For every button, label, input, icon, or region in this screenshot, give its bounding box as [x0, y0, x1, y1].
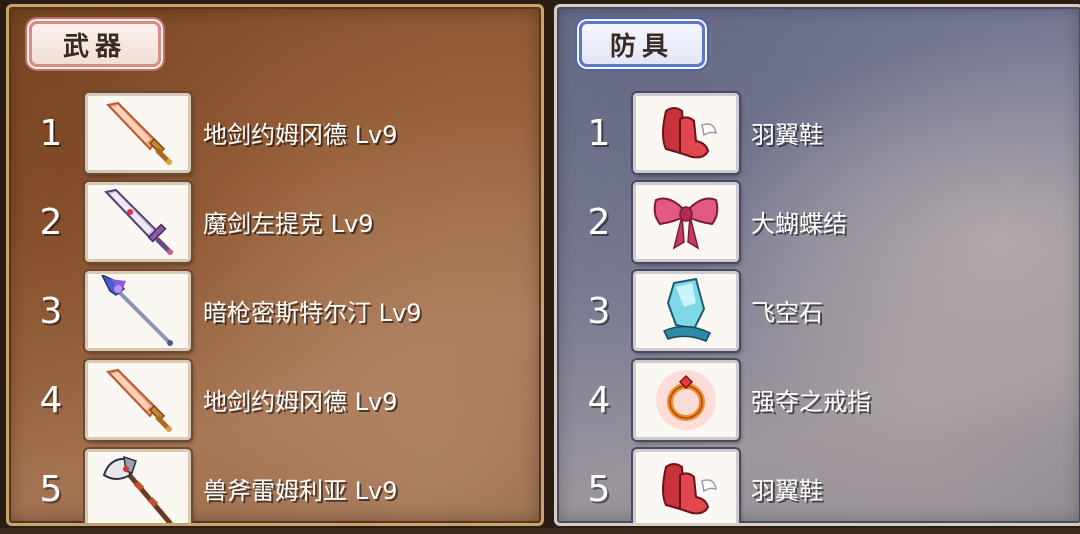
weapon-row-5[interactable]: 5 兽斧雷姆利亚 Lv9 — [9, 447, 541, 523]
demon-sword-icon — [104, 188, 173, 255]
earth-sword-icon — [106, 101, 172, 165]
armor-row-5[interactable]: 5 羽翼鞋 — [557, 447, 1080, 523]
equipment-screen: 武器 1 地剑约姆冈德 Lv9 2 魔剑左提克 Lv9 3 暗枪密斯特尔汀 Lv… — [0, 0, 1080, 534]
armor-slot-3[interactable] — [633, 271, 739, 351]
weapon-row-3[interactable]: 3 暗枪密斯特尔汀 Lv9 — [9, 269, 541, 353]
armor-row-2[interactable]: 2 大蝴蝶结 — [557, 180, 1080, 264]
big-bow-icon — [653, 197, 719, 250]
armor-slot-5[interactable] — [633, 449, 739, 523]
levistone-icon — [662, 277, 712, 342]
weapon-name: 暗枪密斯特尔汀 Lv9 — [203, 299, 422, 327]
armor-name: 飞空石 — [751, 299, 823, 327]
slot-number: 3 — [39, 291, 63, 332]
weapon-name: 地剑约姆冈德 Lv9 — [203, 121, 398, 149]
earth-sword-icon — [106, 368, 172, 432]
armor-slot-2[interactable] — [633, 182, 739, 262]
weapon-name: 魔剑左提克 Lv9 — [203, 210, 374, 238]
armor-row-3[interactable]: 3 飞空石 — [557, 269, 1080, 353]
weapon-name: 地剑约姆冈德 Lv9 — [203, 388, 398, 416]
bottom-border — [0, 528, 1080, 534]
slot-number: 1 — [587, 113, 611, 154]
weapon-slot-2[interactable] — [85, 182, 191, 262]
slot-number: 5 — [39, 469, 63, 510]
weapon-slot-5[interactable] — [85, 449, 191, 523]
weapon-slot-1[interactable] — [85, 93, 191, 173]
weapon-slot-4[interactable] — [85, 360, 191, 440]
armor-row-4[interactable]: 4 强夺之戒指 — [557, 358, 1080, 442]
winged-boots-icon — [662, 107, 717, 159]
armor-tab[interactable]: 防具 — [579, 21, 705, 67]
slot-number: 2 — [587, 202, 611, 243]
slot-number: 4 — [39, 380, 63, 421]
dark-spear-icon — [101, 275, 173, 346]
slot-number: 3 — [587, 291, 611, 332]
weapon-panel: 武器 1 地剑约姆冈德 Lv9 2 魔剑左提克 Lv9 3 暗枪密斯特尔汀 Lv… — [6, 4, 544, 526]
beast-axe-icon — [102, 455, 173, 523]
winged-boots-icon — [662, 463, 717, 515]
slot-number: 2 — [39, 202, 63, 243]
plunder-ring-icon — [656, 370, 716, 430]
weapon-name: 兽斧雷姆利亚 Lv9 — [203, 477, 398, 505]
slot-number: 4 — [587, 380, 611, 421]
armor-name: 强夺之戒指 — [751, 388, 871, 416]
armor-slot-1[interactable] — [633, 93, 739, 173]
armor-panel: 防具 1 羽翼鞋 2 大蝴蝶结 3 飞空石 4 强夺之戒指 5 羽翼鞋 — [554, 4, 1080, 526]
armor-name: 羽翼鞋 — [751, 477, 823, 505]
weapon-slot-3[interactable] — [85, 271, 191, 351]
weapon-row-4[interactable]: 4 地剑约姆冈德 Lv9 — [9, 358, 541, 442]
armor-name: 羽翼鞋 — [751, 121, 823, 149]
weapon-row-1[interactable]: 1 地剑约姆冈德 Lv9 — [9, 91, 541, 175]
weapon-row-2[interactable]: 2 魔剑左提克 Lv9 — [9, 180, 541, 264]
armor-name: 大蝴蝶结 — [751, 210, 847, 238]
slot-number: 5 — [587, 469, 611, 510]
slot-number: 1 — [39, 113, 63, 154]
armor-slot-4[interactable] — [633, 360, 739, 440]
armor-row-1[interactable]: 1 羽翼鞋 — [557, 91, 1080, 175]
weapon-tab[interactable]: 武器 — [29, 21, 161, 67]
